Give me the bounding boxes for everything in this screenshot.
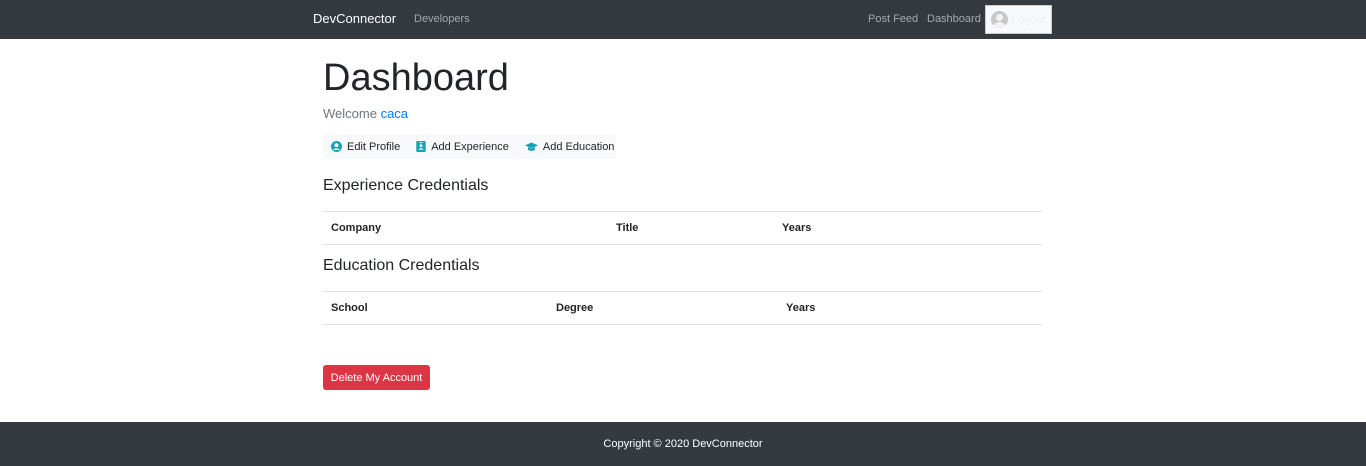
column-header: Years <box>778 291 1043 325</box>
experience-table: Company Title Years <box>323 211 1043 245</box>
user-circle-icon <box>331 141 342 152</box>
column-header: Title <box>608 211 774 245</box>
logout-label: Logout <box>1012 13 1046 26</box>
dashboard-actions: Edit Profile Add Experience Add Educatio… <box>323 134 616 159</box>
edit-profile-label: Edit Profile <box>347 140 401 153</box>
welcome-prefix: Welcome <box>323 106 377 121</box>
edit-profile-button[interactable]: Edit Profile <box>323 134 408 159</box>
footer-copyright: Copyright © 2020 DevConnector <box>603 438 763 450</box>
navbar: DevConnector Developers Post Feed Dashbo… <box>0 0 1366 39</box>
brand-link[interactable]: DevConnector <box>313 11 396 26</box>
column-header: Years <box>774 211 1043 245</box>
page-title: Dashboard <box>323 57 509 99</box>
add-experience-label: Add Experience <box>431 140 509 153</box>
avatar <box>991 11 1008 28</box>
column-header: School <box>323 291 548 325</box>
add-experience-button[interactable]: Add Experience <box>408 134 517 159</box>
add-education-button[interactable]: Add Education <box>517 134 623 159</box>
experience-section-title: Experience Credentials <box>323 177 489 194</box>
delete-account-button[interactable]: Delete My Account <box>323 365 430 390</box>
footer: Copyright © 2020 DevConnector <box>0 422 1366 466</box>
id-badge-icon <box>416 141 426 152</box>
table-header-row: School Degree Years <box>323 291 1043 325</box>
add-education-label: Add Education <box>542 140 615 153</box>
education-table: School Degree Years <box>323 291 1043 325</box>
table-header-row: Company Title Years <box>323 211 1043 245</box>
nav-link-developers[interactable]: Developers <box>414 13 470 25</box>
logout-button[interactable]: Logout <box>985 5 1052 34</box>
nav-link-dashboard[interactable]: Dashboard <box>927 13 981 25</box>
nav-link-post-feed[interactable]: Post Feed <box>868 13 918 25</box>
user-profile-link[interactable]: caca <box>381 106 408 121</box>
welcome-text: Welcome caca <box>323 106 408 121</box>
column-header: Degree <box>548 291 778 325</box>
column-header: Company <box>323 211 608 245</box>
graduation-cap-icon <box>524 141 538 151</box>
education-section-title: Education Credentials <box>323 257 480 274</box>
